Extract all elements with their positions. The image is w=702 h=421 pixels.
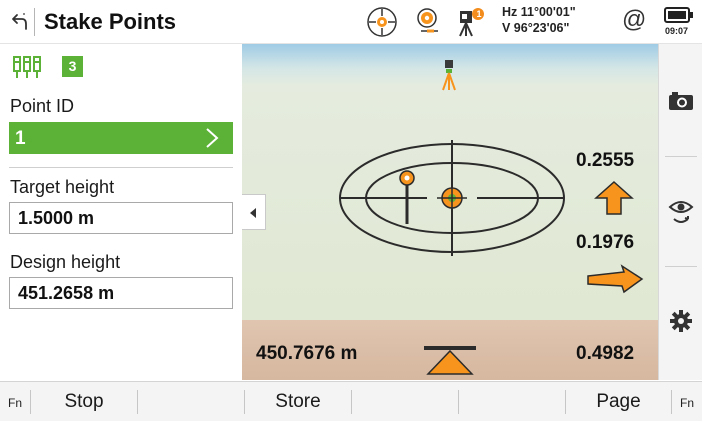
stakeout-graphic: 0.2555 0.1976 450.7676 m 0.4982 xyxy=(242,44,658,380)
forward-distance-value: 0.2555 xyxy=(576,150,635,171)
collapse-panel-tab[interactable] xyxy=(242,194,266,230)
camera-icon xyxy=(669,92,693,110)
target-height-field[interactable]: 1.5000 m xyxy=(9,202,233,234)
left-panel: 3 Point ID 1 Target height 1.5000 m Desi… xyxy=(0,44,242,380)
design-height-field[interactable]: 451.2658 m xyxy=(9,277,233,309)
divider xyxy=(9,167,233,168)
softkey-f2[interactable] xyxy=(138,382,244,421)
fn-left-key[interactable]: Fn xyxy=(0,382,30,421)
arrow-up-icon xyxy=(594,180,634,215)
back-arrow-icon[interactable] xyxy=(8,10,30,34)
design-height-label: Design height xyxy=(10,252,121,272)
point-id-label: Point ID xyxy=(10,96,75,116)
header-separator xyxy=(34,8,35,36)
current-height-value: 450.7676 m xyxy=(256,343,358,364)
gear-icon xyxy=(670,310,692,332)
softkey-f4[interactable] xyxy=(352,382,458,421)
softkey-f5[interactable] xyxy=(459,382,565,421)
hz-angle: Hz 11°00'01" xyxy=(502,5,576,19)
point-id-selector[interactable]: 1 xyxy=(9,122,233,154)
target-height-label: Target height xyxy=(10,177,115,197)
job-badge[interactable]: 3 xyxy=(62,56,83,77)
height-fill-icon xyxy=(424,346,476,375)
battery-icon xyxy=(664,7,693,23)
job-points-icon[interactable] xyxy=(12,54,42,80)
softkey-bar: Fn Stop Store Page Fn xyxy=(0,381,702,421)
side-distance-value: 0.1976 xyxy=(576,232,635,253)
crosshair-target-icon[interactable] xyxy=(365,6,399,38)
v-angle: V 96°23'06" xyxy=(502,21,570,35)
eye-rotate-icon xyxy=(668,201,694,223)
center-target-icon xyxy=(437,184,467,212)
clock: 09:07 xyxy=(665,26,689,36)
height-difference-value: 0.4982 xyxy=(576,343,635,364)
chevron-left-icon xyxy=(250,208,256,218)
angle-readout: Hz 11°00'01" V 96°23'06" xyxy=(502,4,576,36)
notification-badge: 1 xyxy=(476,9,482,19)
stop-button[interactable]: Stop xyxy=(31,382,137,421)
pole-prism-icon xyxy=(399,170,415,224)
right-toolbar xyxy=(658,44,702,380)
page-title: Stake Points xyxy=(44,9,177,34)
arrow-right-icon xyxy=(587,264,644,294)
page-button[interactable]: Page xyxy=(566,382,671,421)
connection-at-icon[interactable]: @ xyxy=(622,6,646,34)
prism-icon[interactable] xyxy=(414,6,442,38)
instrument-position-icon xyxy=(442,60,456,91)
chevron-right-icon xyxy=(206,128,219,148)
fn-right-key[interactable]: Fn xyxy=(672,382,702,421)
header: Stake Points 1 Hz 11°00'01" V 96°23'06" … xyxy=(0,0,702,44)
view-rotate-button[interactable] xyxy=(659,157,702,267)
store-button[interactable]: Store xyxy=(245,382,351,421)
settings-button[interactable] xyxy=(659,267,702,377)
point-id-value: 1 xyxy=(15,128,26,149)
camera-button[interactable] xyxy=(659,44,702,154)
